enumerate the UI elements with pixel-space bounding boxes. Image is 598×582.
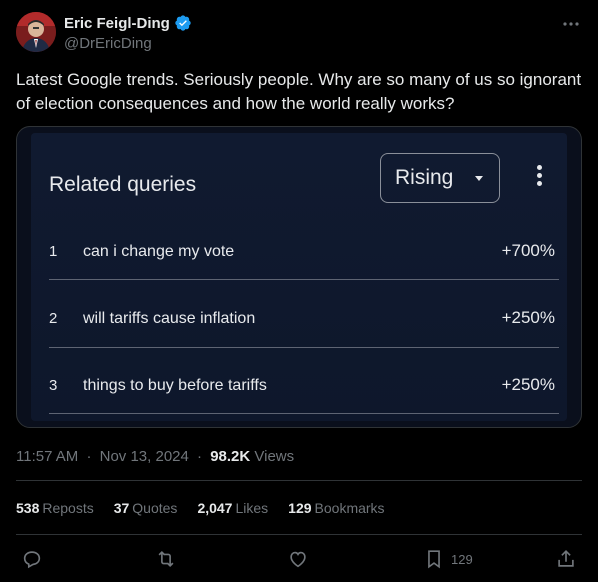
rising-dropdown: Rising [380,153,500,203]
query-row: 3 things to buy before tariffs +250% [31,365,567,405]
like-button[interactable] [287,546,309,572]
query-change: +700% [501,241,555,260]
query-row: 1 can i change my vote +700% [31,231,567,271]
meta-separator: · [86,448,92,465]
query-row: 2 will tariffs cause inflation +250% [31,298,567,338]
query-change: +250% [501,308,555,327]
share-button[interactable] [555,546,577,572]
divider-bottom [16,534,582,535]
tweet-meta: 11:57 AM · Nov 13, 2024 · 98.2K Views [16,448,294,465]
action-bar: 129 [0,546,598,572]
bookmark-icon [428,550,440,569]
more-dots-icon [563,22,579,26]
bookmarks-label: Bookmarks [314,500,385,516]
query-text: things to buy before tariffs [83,377,267,394]
quotes-stat[interactable]: 37 Quotes [114,500,178,516]
tweet-date[interactable]: Nov 13, 2024 [100,448,189,465]
dropdown-caret-icon [475,176,483,181]
repost-icon [158,550,174,568]
likes-label: Likes [235,500,269,516]
query-text: will tariffs cause inflation [83,310,256,327]
reposts-label: Reposts [42,500,94,516]
query-rank: 1 [49,243,58,260]
tweet-text: Latest Google trends. Seriously people. … [16,70,582,113]
likes-stat[interactable]: 2,047 Likes [197,500,268,516]
quotes-count: 37 [113,500,130,516]
bookmarks-count: 129 [288,500,312,516]
repost-button[interactable] [155,546,177,572]
heart-icon [290,551,306,568]
tweet-time[interactable]: 11:57 AM [16,448,78,465]
divider-top [16,480,582,481]
reposts-stat[interactable]: 538 Reposts [16,500,94,516]
query-rank: 3 [49,377,58,394]
author-display-name[interactable]: Eric Feigl-Ding [64,15,170,32]
quotes-label: Quotes [132,500,178,516]
engagement-stats: 538 Reposts 37 Quotes 2,047 Likes 129 Bookma… [16,500,405,516]
reposts-count: 538 [16,500,40,516]
bookmark-count: 129 [451,551,473,567]
profile-photo-icon [16,12,56,52]
tweet-image[interactable]: Related queries Rising 1 can i change my… [16,126,582,428]
row-divider [49,347,559,348]
share-icon [558,550,574,567]
tweet-header: Eric Feigl-Ding @DrEricDing [16,12,582,56]
related-queries-title: Related queries [49,173,197,196]
meta-separator: · [197,448,203,465]
views-label: Views [254,448,295,465]
avatar[interactable] [16,12,56,52]
reply-button[interactable] [21,546,43,572]
related-queries-panel: Related queries Rising 1 can i change my… [31,133,567,421]
bookmark-button[interactable]: 129 [423,546,473,572]
row-divider [49,279,559,280]
rising-dropdown-label: Rising [395,166,454,189]
author-name-block: Eric Feigl-Ding @DrEricDing [64,14,192,52]
likes-count: 2,047 [197,500,233,516]
query-text: can i change my vote [83,243,235,260]
views-count: 98.2K [210,448,251,465]
verified-badge-icon[interactable] [174,14,192,32]
author-handle[interactable]: @DrEricDing [64,35,192,52]
row-divider [49,413,559,414]
kebab-menu-icon [531,165,547,191]
query-rank: 2 [49,310,58,327]
more-options-button[interactable] [560,14,582,34]
bookmarks-stat[interactable]: 129 Bookmarks [288,500,384,516]
reply-icon [23,551,41,569]
query-change: +250% [501,375,555,394]
